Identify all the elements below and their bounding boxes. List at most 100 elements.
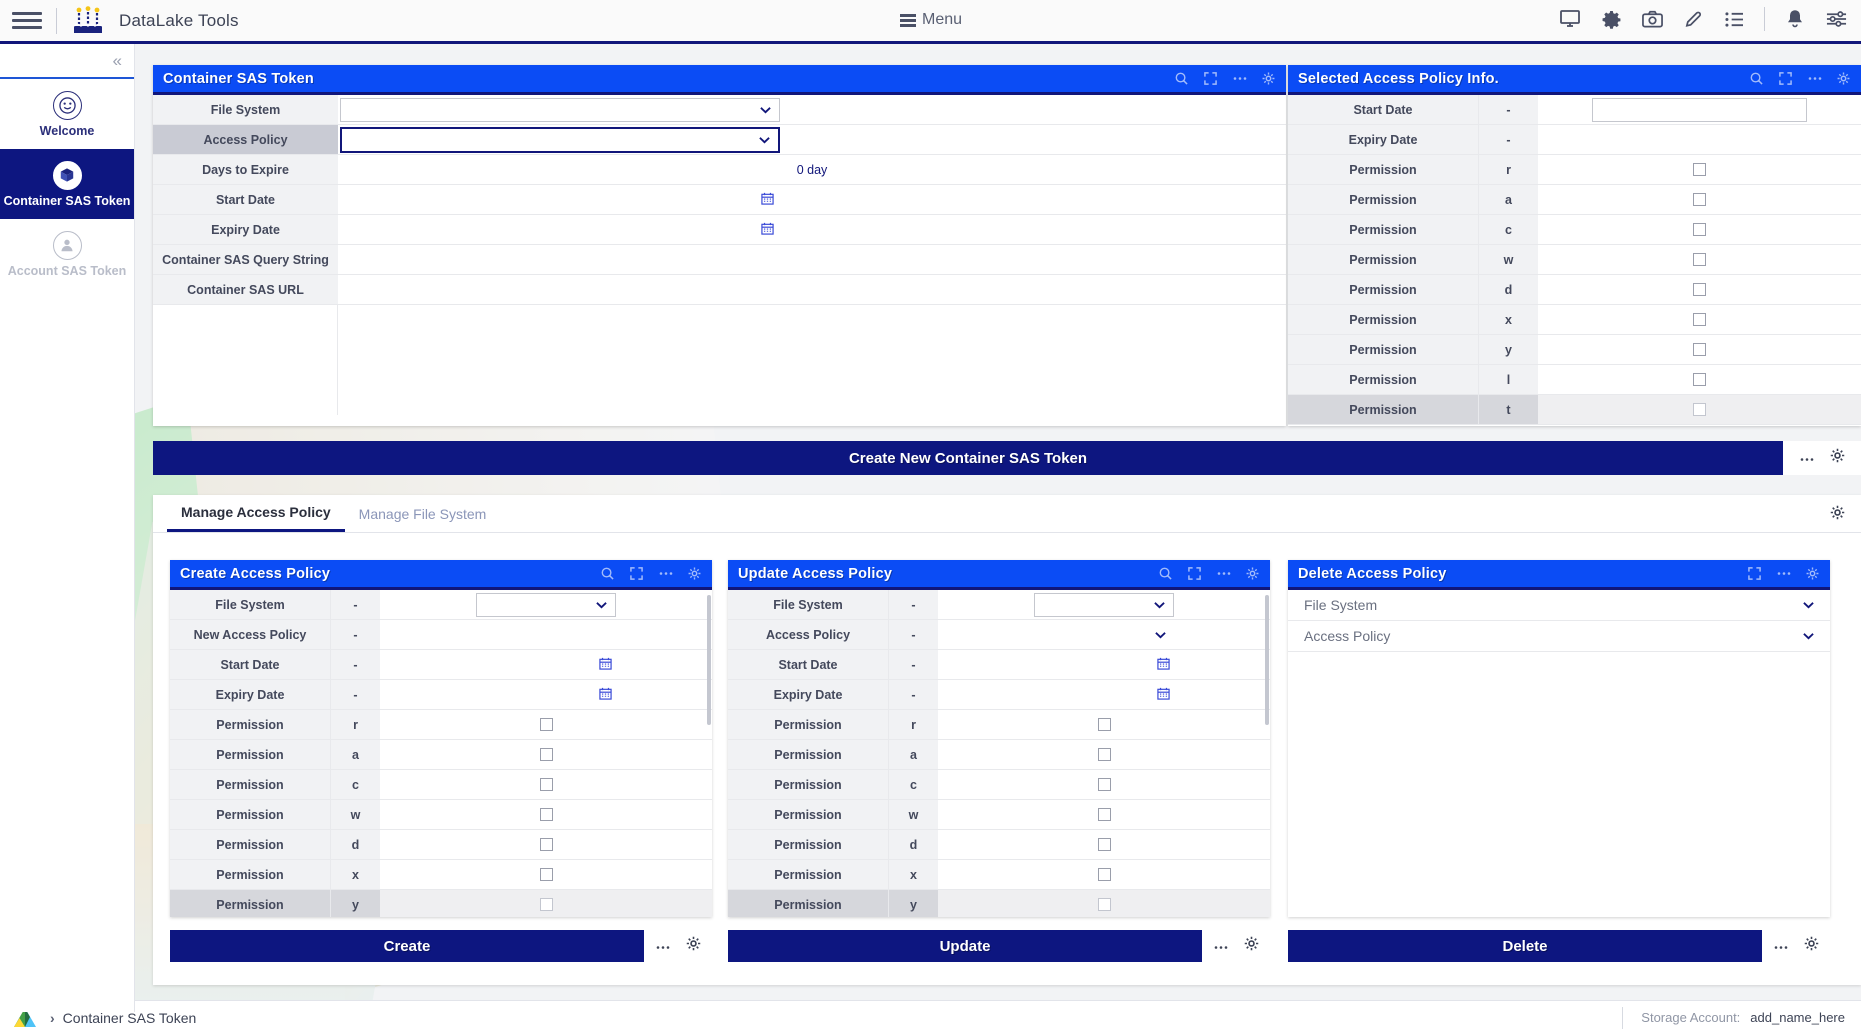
pencil-icon[interactable] [1682, 8, 1704, 30]
presentation-icon[interactable] [1559, 8, 1581, 30]
app-title: DataLake Tools [119, 10, 239, 30]
access-policy-dropdown[interactable] [340, 126, 780, 153]
ellipsis-icon[interactable] [1776, 566, 1791, 581]
vertical-scrollbar[interactable] [1264, 593, 1270, 917]
gear-icon[interactable] [1836, 71, 1851, 86]
permission-checkbox-r[interactable] [539, 718, 553, 731]
permission-checkbox-c[interactable] [1693, 223, 1706, 236]
sidebar-collapse-button[interactable]: « [0, 44, 134, 79]
start-date-input[interactable] [1592, 97, 1807, 122]
gear-icon[interactable] [1245, 566, 1260, 581]
row-sub-label: r [330, 710, 380, 739]
gear-icon[interactable] [1830, 505, 1845, 525]
permission-checkbox-d[interactable] [1693, 283, 1706, 296]
expand-icon[interactable] [1187, 566, 1202, 581]
bell-icon[interactable] [1784, 8, 1806, 30]
expiry-date-date-input[interactable] [1034, 687, 1174, 703]
permission-checkbox-c[interactable] [1097, 778, 1111, 791]
ellipsis-icon[interactable] [1800, 449, 1814, 467]
ellipsis-icon[interactable] [1232, 71, 1247, 86]
gear-icon[interactable] [1244, 936, 1259, 956]
permission-checkbox-y[interactable] [539, 898, 553, 911]
sidebar-item-welcome[interactable]: Welcome [0, 79, 134, 149]
permission-checkbox-l[interactable] [1693, 373, 1706, 386]
tab-manage-access-policy[interactable]: Manage Access Policy [167, 495, 345, 532]
hamburger-icon[interactable] [12, 6, 42, 36]
gear-icon[interactable] [687, 566, 702, 581]
ellipsis-icon[interactable] [1216, 566, 1231, 581]
create-button[interactable]: Create [170, 930, 644, 962]
permission-checkbox-x[interactable] [1097, 868, 1111, 881]
sliders-icon[interactable] [1825, 8, 1847, 30]
permission-checkbox-y[interactable] [1693, 343, 1706, 356]
ellipsis-icon[interactable] [1214, 937, 1228, 955]
calendar-icon[interactable] [1157, 657, 1170, 673]
file-system-dropdown[interactable] [1034, 592, 1174, 617]
permission-checkbox-a[interactable] [1693, 193, 1706, 206]
calendar-icon[interactable] [761, 192, 774, 208]
access-policy-dropdown[interactable]: Access Policy [1288, 621, 1830, 652]
update-button[interactable]: Update [728, 930, 1202, 962]
delete-policy-rows: File System Access Policy [1288, 590, 1830, 652]
search-icon[interactable] [600, 566, 615, 581]
permission-checkbox-x[interactable] [1693, 313, 1706, 326]
gear-icon[interactable] [686, 936, 701, 956]
expiry-date-date-input[interactable] [340, 217, 780, 243]
permission-checkbox-d[interactable] [539, 838, 553, 851]
ellipsis-icon[interactable] [656, 937, 670, 955]
row-sub-label: d [888, 830, 938, 859]
start-date-date-input[interactable] [340, 187, 780, 213]
permission-checkbox-x[interactable] [539, 868, 553, 881]
row-sub-label: - [888, 590, 938, 619]
gear-icon[interactable] [1804, 936, 1819, 956]
permission-checkbox-d[interactable] [1097, 838, 1111, 851]
calendar-icon[interactable] [1157, 687, 1170, 703]
gear-icon[interactable] [1805, 566, 1820, 581]
calendar-icon[interactable] [599, 687, 612, 703]
expiry-date-date-input[interactable] [476, 687, 616, 703]
gear-icon[interactable] [1830, 448, 1845, 468]
ellipsis-icon[interactable] [658, 566, 673, 581]
list-icon[interactable] [1723, 8, 1745, 30]
expand-icon[interactable] [1778, 71, 1793, 86]
permission-checkbox-y[interactable] [1097, 898, 1111, 911]
access-policy-dropdown[interactable] [1034, 631, 1174, 639]
file-system-dropdown[interactable]: File System [1288, 590, 1830, 621]
calendar-icon[interactable] [599, 657, 612, 673]
camera-icon[interactable] [1641, 8, 1663, 30]
menu-button[interactable]: Menu [900, 11, 962, 29]
row-label: Permission [1288, 275, 1478, 304]
gear-icon[interactable] [1600, 8, 1622, 30]
permission-checkbox-w[interactable] [1097, 808, 1111, 821]
expand-icon[interactable] [1203, 71, 1218, 86]
permission-checkbox-a[interactable] [1097, 748, 1111, 761]
delete-button[interactable]: Delete [1288, 930, 1762, 962]
tab-manage-file-system[interactable]: Manage File System [345, 495, 501, 532]
gear-icon[interactable] [1261, 71, 1276, 86]
ellipsis-icon[interactable] [1807, 71, 1822, 86]
search-icon[interactable] [1158, 566, 1173, 581]
sidebar-item-container-sas-token[interactable]: Container SAS Token [0, 149, 134, 219]
search-icon[interactable] [1174, 71, 1189, 86]
calendar-icon[interactable] [761, 222, 774, 238]
expand-icon[interactable] [629, 566, 644, 581]
permission-checkbox-c[interactable] [539, 778, 553, 791]
search-icon[interactable] [1749, 71, 1764, 86]
ellipsis-icon[interactable] [1774, 937, 1788, 955]
row-value [938, 830, 1270, 859]
start-date-date-input[interactable] [1034, 657, 1174, 673]
create-new-container-sas-token-button[interactable]: Create New Container SAS Token [153, 441, 1783, 475]
permission-checkbox-r[interactable] [1693, 163, 1706, 176]
vertical-scrollbar[interactable] [706, 593, 712, 917]
permission-checkbox-r[interactable] [1097, 718, 1111, 731]
start-date-date-input[interactable] [476, 657, 616, 673]
permission-checkbox-w[interactable] [1693, 253, 1706, 266]
permission-checkbox-t[interactable] [1693, 403, 1706, 416]
sidebar-item-account-sas-token[interactable]: Account SAS Token [0, 219, 134, 289]
file-system-dropdown[interactable] [476, 592, 616, 617]
table-row: Permission y [1288, 335, 1861, 365]
permission-checkbox-a[interactable] [539, 748, 553, 761]
permission-checkbox-w[interactable] [539, 808, 553, 821]
file-system-dropdown[interactable] [340, 97, 780, 122]
expand-icon[interactable] [1747, 566, 1762, 581]
